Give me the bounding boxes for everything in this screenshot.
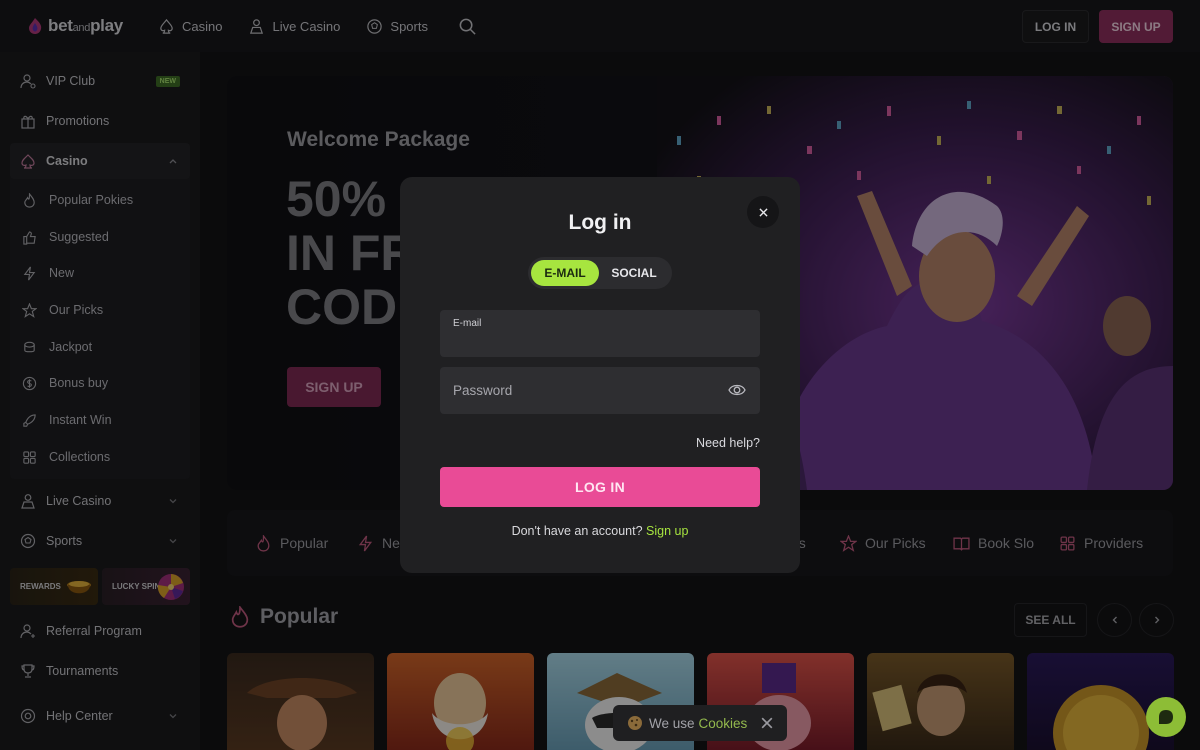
login-modal: Log in E-MAIL SOCIAL E-mail Need help? L… bbox=[400, 177, 800, 573]
modal-title: Log in bbox=[568, 211, 632, 234]
cookie-link[interactable]: Cookies bbox=[699, 716, 748, 731]
email-field: E-mail bbox=[440, 310, 760, 357]
close-icon[interactable] bbox=[761, 717, 773, 729]
cookie-icon bbox=[628, 716, 642, 730]
chat-bubble-icon bbox=[1159, 710, 1173, 724]
tab-email[interactable]: E-MAIL bbox=[531, 260, 599, 286]
login-submit-button[interactable]: LOG IN bbox=[440, 467, 760, 507]
need-help-link[interactable]: Need help? bbox=[696, 436, 760, 450]
cookie-text: We use bbox=[649, 715, 695, 731]
no-account-text: Don't have an account? bbox=[511, 524, 643, 538]
signup-prompt: Don't have an account? Sign up bbox=[400, 524, 800, 538]
password-input[interactable] bbox=[453, 367, 723, 414]
login-method-tabs: E-MAIL SOCIAL bbox=[528, 257, 672, 289]
live-chat-button[interactable] bbox=[1146, 697, 1186, 737]
email-input[interactable] bbox=[453, 320, 723, 357]
cookie-banner: We use Cookies bbox=[613, 705, 787, 741]
password-field bbox=[440, 367, 760, 414]
tab-social[interactable]: SOCIAL bbox=[599, 260, 669, 286]
eye-icon[interactable] bbox=[728, 381, 746, 399]
signup-link[interactable]: Sign up bbox=[646, 524, 688, 538]
